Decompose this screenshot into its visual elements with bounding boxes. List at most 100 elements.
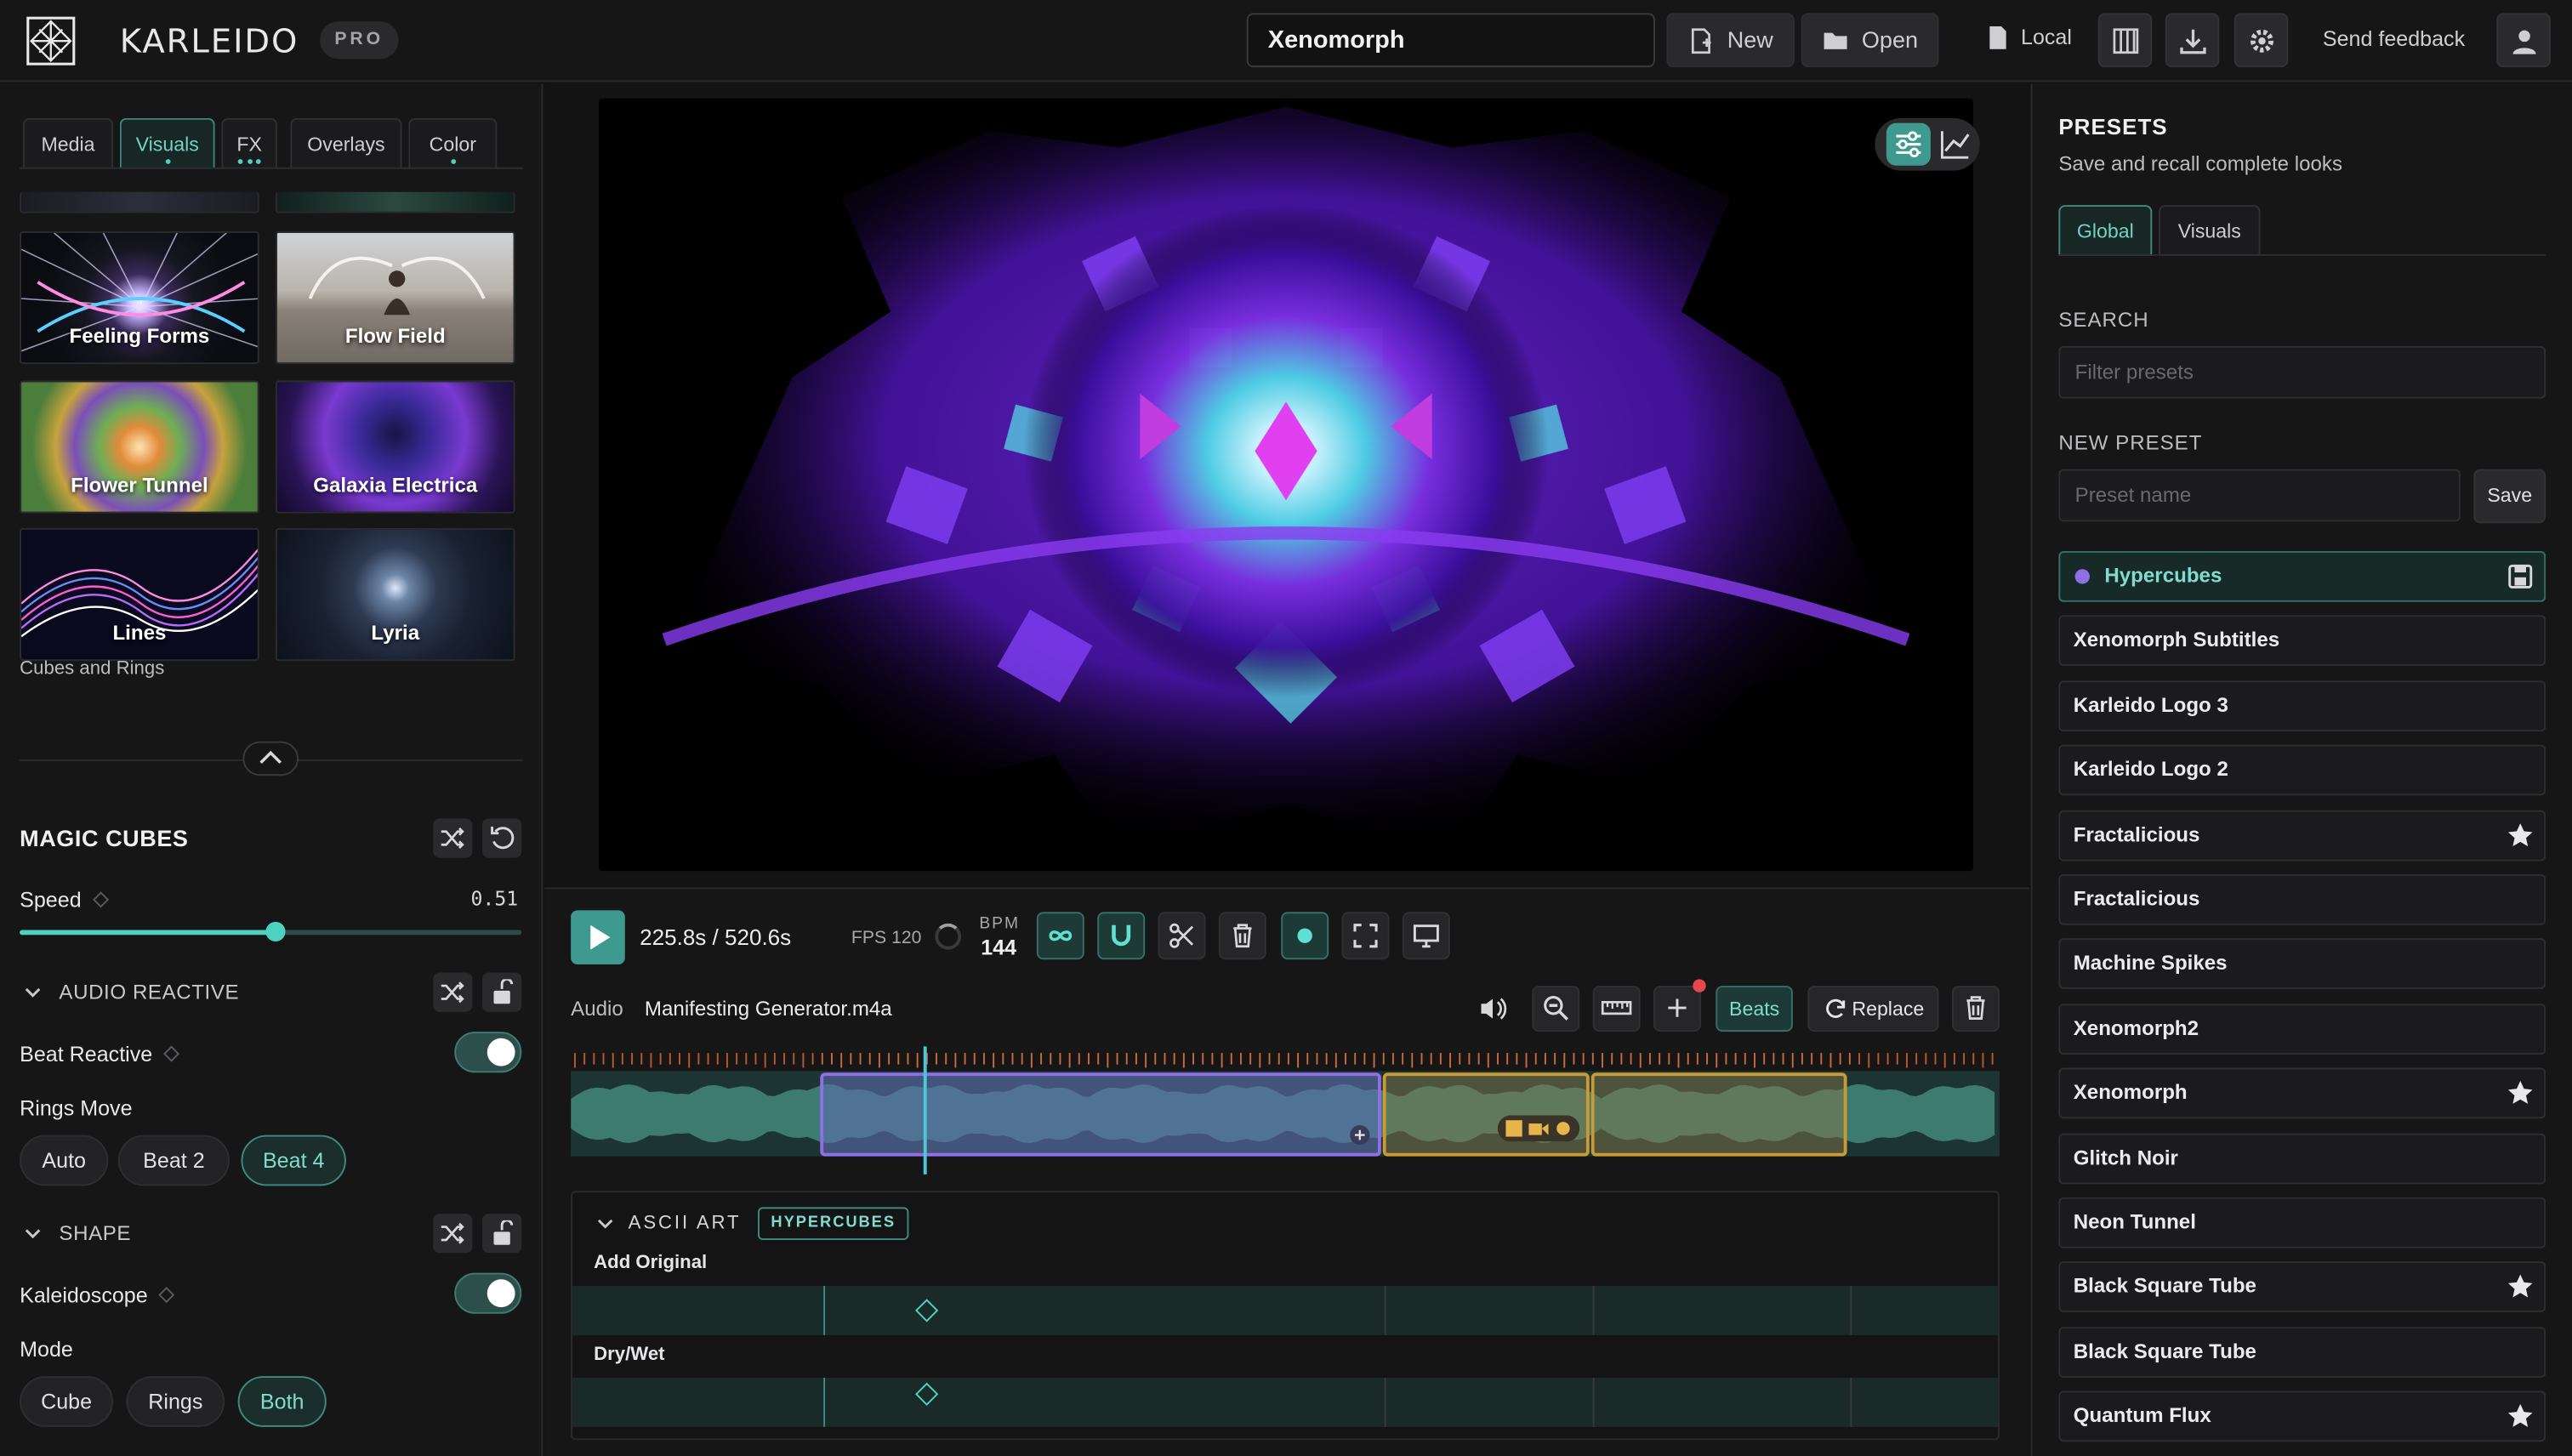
chevron-down-icon[interactable] <box>23 1224 43 1243</box>
save-preset-icon[interactable] <box>2507 563 2535 591</box>
preset-item[interactable]: Machine Spikes <box>2058 938 2546 990</box>
visual-thumbnail-partial[interactable] <box>20 191 259 213</box>
star-icon[interactable] <box>2507 1079 2535 1107</box>
chevron-down-icon[interactable] <box>23 982 43 1002</box>
karleido-logo-icon[interactable] <box>25 14 77 67</box>
mode-rings[interactable]: Rings <box>126 1376 225 1427</box>
visual-preview-canvas[interactable] <box>598 98 1974 872</box>
mode-both[interactable]: Both <box>237 1376 327 1427</box>
speed-slider[interactable] <box>20 921 522 941</box>
rings-move-auto[interactable]: Auto <box>20 1135 109 1186</box>
keyframe-marker[interactable] <box>915 1382 939 1406</box>
beat-reactive-toggle[interactable] <box>454 1032 522 1073</box>
save-preset-button[interactable]: Save <box>2473 469 2546 524</box>
preset-item[interactable]: Hypercubes <box>2058 551 2546 602</box>
timeline-clip[interactable] <box>1590 1072 1847 1157</box>
preset-item[interactable]: Quantum Flux <box>2058 1391 2546 1442</box>
visual-thumbnail-flow-field[interactable]: Flow Field <box>276 230 515 365</box>
beats-button[interactable]: Beats <box>1716 986 1793 1032</box>
preset-item[interactable]: Fractalicious <box>2058 873 2546 925</box>
visual-thumbnail-flower-tunnel[interactable]: Flower Tunnel <box>20 380 259 514</box>
delete-audio-button[interactable] <box>1952 986 2000 1032</box>
ruler-button[interactable] <box>1592 986 1641 1032</box>
mode-cube[interactable]: Cube <box>20 1376 114 1427</box>
randomize-shape-button[interactable] <box>433 1214 473 1254</box>
send-feedback-link[interactable]: Send feedback <box>2323 26 2465 51</box>
settings-button[interactable] <box>2233 13 2289 68</box>
library-button[interactable] <box>2097 13 2153 68</box>
preset-item[interactable]: Xenomorph <box>2058 1067 2546 1119</box>
keyframe-diamond-icon[interactable] <box>158 1287 175 1304</box>
randomize-visual-button[interactable] <box>433 818 473 858</box>
tab-color[interactable]: Color <box>408 117 498 169</box>
automation-lane[interactable] <box>572 1377 1998 1427</box>
preset-item[interactable]: Glitch Noir <box>2058 1132 2546 1184</box>
add-marker-button[interactable] <box>1653 986 1701 1032</box>
beat-ruler[interactable] <box>571 1048 2000 1071</box>
delete-clip-button[interactable] <box>1218 912 1266 960</box>
export-button[interactable] <box>2165 13 2220 68</box>
adjust-button[interactable] <box>1886 122 1931 166</box>
zoom-out-button[interactable] <box>1532 986 1580 1032</box>
tab-fx[interactable]: FX <box>221 117 277 169</box>
snap-button[interactable] <box>1097 912 1146 960</box>
tab-visuals[interactable]: Visuals <box>119 117 215 169</box>
bpm-value[interactable]: 144 <box>981 935 1016 959</box>
clip-add-icon[interactable] <box>1348 1123 1371 1146</box>
search-input[interactable]: Filter presets <box>2058 345 2546 399</box>
preset-item[interactable]: Karleido Logo 2 <box>2058 744 2546 796</box>
rings-move-beat-2[interactable]: Beat 2 <box>117 1135 230 1186</box>
preset-item[interactable]: Xenomorph Subtitles <box>2058 615 2546 667</box>
star-icon[interactable] <box>2507 1402 2535 1430</box>
preset-name-input[interactable]: Preset name <box>2058 469 2461 522</box>
new-button[interactable]: New <box>1666 13 1795 68</box>
open-button[interactable]: Open <box>1801 13 1940 68</box>
audio-reactive-title[interactable]: AUDIO REACTIVE <box>59 981 239 1004</box>
preset-item[interactable]: Black Square Tube <box>2058 1261 2546 1313</box>
keyframe-diamond-icon[interactable] <box>92 891 109 908</box>
tab-visuals-presets[interactable]: Visuals <box>2159 205 2261 256</box>
collapse-gallery-button[interactable] <box>242 741 299 776</box>
reset-visual-button[interactable] <box>482 818 522 858</box>
visual-thumbnail-partial[interactable] <box>276 191 515 213</box>
visual-thumbnail-lines[interactable]: Lines <box>20 528 259 662</box>
playhead[interactable] <box>923 1046 927 1174</box>
visual-thumbnail-lyria[interactable]: Lyria <box>276 528 515 662</box>
volume-icon[interactable] <box>1477 992 1510 1026</box>
timeline-clip-selected[interactable] <box>820 1072 1381 1157</box>
record-button[interactable] <box>1281 912 1329 960</box>
keyframe-marker[interactable] <box>915 1299 939 1322</box>
preset-item[interactable]: Fractalicious <box>2058 809 2546 861</box>
rings-move-beat-4[interactable]: Beat 4 <box>241 1135 346 1186</box>
keyframe-diamond-icon[interactable] <box>162 1045 179 1062</box>
fullscreen-button[interactable] <box>1341 912 1390 960</box>
preset-item[interactable]: Black Square Tube <box>2058 1326 2546 1378</box>
star-icon[interactable] <box>2507 1273 2535 1301</box>
shape-title[interactable]: SHAPE <box>59 1222 131 1245</box>
tab-media[interactable]: Media <box>22 117 114 169</box>
randomize-audio-button[interactable] <box>433 972 473 1012</box>
kaleidoscope-toggle[interactable] <box>454 1272 522 1314</box>
replace-audio-button[interactable]: Replace <box>1807 986 1939 1032</box>
speed-slider-knob[interactable] <box>265 921 286 941</box>
graph-icon[interactable] <box>1939 128 1972 161</box>
project-name-input[interactable]: Xenomorph <box>1246 13 1655 68</box>
account-button[interactable] <box>2496 13 2551 68</box>
preset-item[interactable]: Karleido Logo 3 <box>2058 680 2546 731</box>
external-display-button[interactable] <box>1402 912 1450 960</box>
play-button[interactable] <box>571 910 625 964</box>
preset-item[interactable]: Neon Tunnel <box>2058 1197 2546 1248</box>
cut-button[interactable] <box>1158 912 1206 960</box>
chevron-down-icon[interactable] <box>595 1214 615 1233</box>
visual-thumbnail-feeling-forms[interactable]: Feeling Forms <box>20 230 259 365</box>
lock-audio-button[interactable] <box>482 972 522 1012</box>
visual-thumbnail-galaxia-electrica[interactable]: Galaxia Electrica <box>276 380 515 514</box>
tab-overlays[interactable]: Overlays <box>290 117 402 169</box>
storage-selector[interactable]: Local <box>1985 25 2072 49</box>
loop-button[interactable] <box>1036 912 1084 960</box>
star-icon[interactable] <box>2507 821 2535 849</box>
timeline-clip[interactable] <box>1382 1072 1590 1157</box>
automation-lane[interactable] <box>572 1285 1998 1335</box>
tab-global[interactable]: Global <box>2058 205 2153 256</box>
lock-shape-button[interactable] <box>482 1214 522 1254</box>
